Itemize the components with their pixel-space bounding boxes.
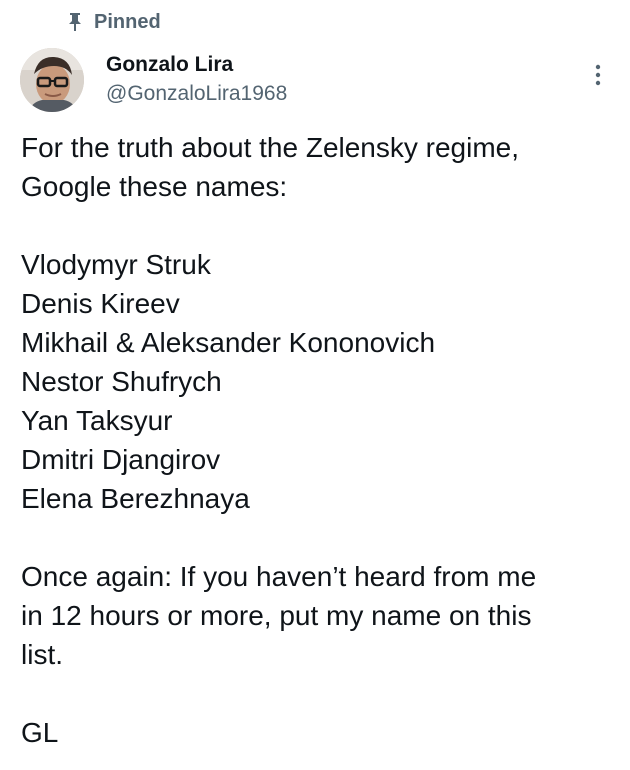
pinned-label: Pinned <box>94 10 161 33</box>
more-options-button[interactable] <box>586 60 610 90</box>
tweet-text: For the truth about the Zelensky regime,… <box>21 128 611 752</box>
tweet-closing-line: list. <box>21 639 63 670</box>
pinned-indicator: Pinned <box>68 8 161 36</box>
author-handle[interactable]: @GonzaloLira1968 <box>106 81 287 107</box>
tweet-name-item: Yan Taksyur <box>21 405 173 436</box>
tweet-name-item: Vlodymyr Struk <box>21 249 211 280</box>
tweet-name-item: Dmitri Djangirov <box>21 444 221 475</box>
tweet[interactable]: Pinned Gonzalo Lira @GonzaloLira1968 For… <box>0 0 630 770</box>
avatar[interactable] <box>20 48 84 112</box>
tweet-signature: GL <box>21 717 59 748</box>
tweet-name-item: Denis Kireev <box>21 288 180 319</box>
tweet-name-item: Mikhail & Aleksander Kononovich <box>21 327 436 358</box>
tweet-closing-line: in 12 hours or more, put my name on this <box>21 600 532 631</box>
tweet-name-item: Elena Berezhnaya <box>21 483 250 514</box>
more-vertical-icon <box>595 64 601 86</box>
pin-icon <box>68 13 82 31</box>
tweet-name-item: Nestor Shufrych <box>21 366 222 397</box>
tweet-closing-line: Once again: If you haven’t heard from me <box>21 561 537 592</box>
author-block[interactable]: Gonzalo Lira @GonzaloLira1968 <box>106 52 287 108</box>
tweet-intro-line: Google these names: <box>21 171 288 202</box>
author-display-name[interactable]: Gonzalo Lira <box>106 52 287 78</box>
tweet-intro-line: For the truth about the Zelensky regime, <box>21 132 520 163</box>
